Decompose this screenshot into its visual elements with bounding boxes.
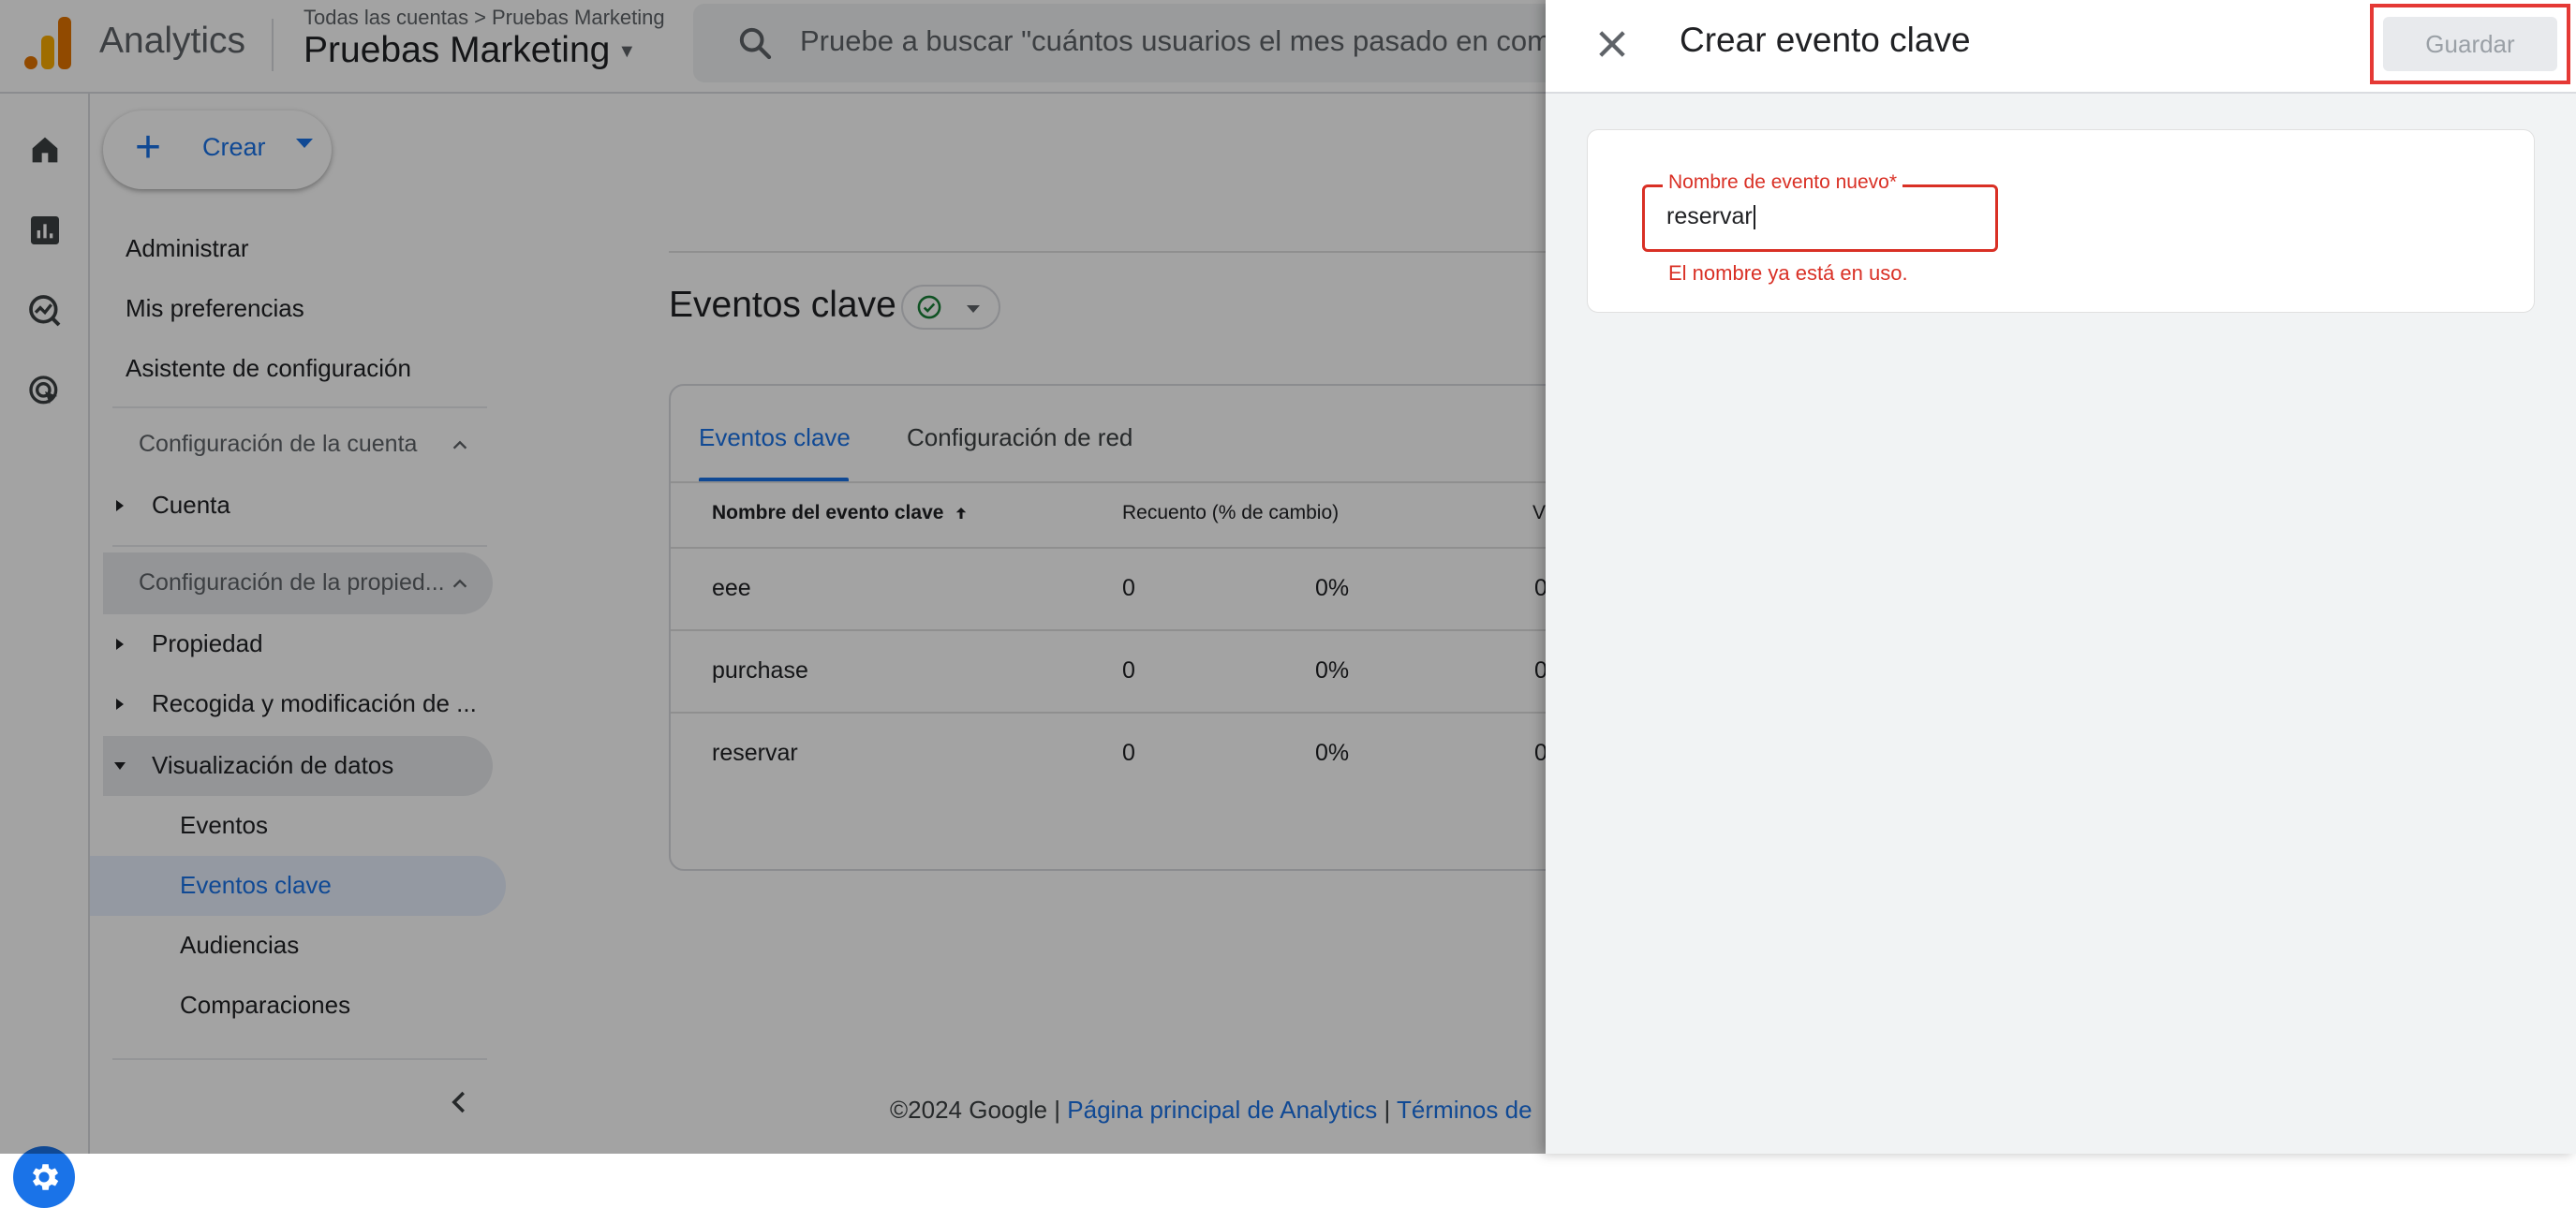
create-key-event-panel: Crear evento clave Guardar Nombre de eve… bbox=[1546, 0, 2576, 1154]
event-name-value: reservar bbox=[1666, 203, 1753, 229]
settings-icon[interactable] bbox=[13, 1146, 75, 1208]
panel-title: Crear evento clave bbox=[1680, 21, 1971, 59]
form-card: Nombre de evento nuevo* reservar El nomb… bbox=[1587, 129, 2535, 313]
close-icon[interactable] bbox=[1592, 24, 1632, 64]
event-name-label: Nombre de evento nuevo* bbox=[1663, 171, 1902, 194]
save-button-highlight: Guardar bbox=[2370, 4, 2570, 84]
text-cursor bbox=[1753, 205, 1755, 230]
event-name-input[interactable]: reservar bbox=[1666, 203, 1755, 230]
error-message: El nombre ya está en uso. bbox=[1668, 261, 1908, 285]
modal-scrim[interactable] bbox=[0, 0, 1546, 1154]
panel-header: Crear evento clave Guardar bbox=[1546, 0, 2576, 94]
save-button[interactable]: Guardar bbox=[2383, 17, 2557, 71]
